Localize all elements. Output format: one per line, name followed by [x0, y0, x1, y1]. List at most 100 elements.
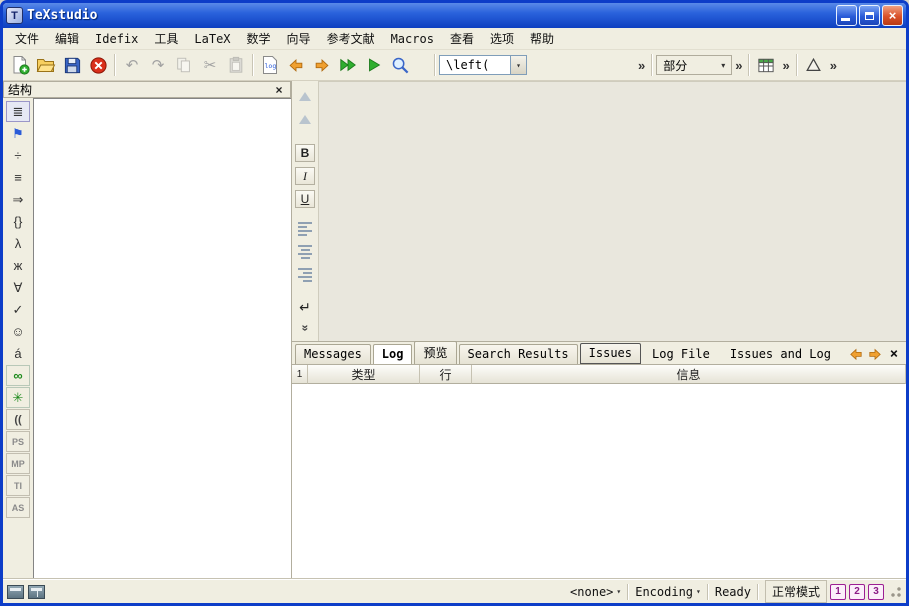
- sidebar-item-misc[interactable]: ∞: [6, 365, 30, 386]
- nav-up2-button[interactable]: [295, 110, 315, 128]
- single-view-toggle[interactable]: [7, 585, 24, 599]
- bookmark-badge-1[interactable]: 1: [830, 584, 846, 600]
- insert-table-button[interactable]: [753, 53, 779, 77]
- column-header-row[interactable]: 1: [292, 365, 308, 384]
- sidebar-item-bookmarks[interactable]: ⚑: [6, 123, 30, 144]
- sidebar-item-misc-math[interactable]: ∀: [6, 277, 30, 298]
- sidebar-item-delimiters[interactable]: {}: [6, 211, 30, 232]
- sidebar-item-structure[interactable]: ≣: [6, 101, 30, 122]
- save-button[interactable]: [59, 53, 85, 77]
- sidebar-item-asymptote[interactable]: AS: [6, 497, 30, 518]
- copy-button[interactable]: [171, 53, 197, 77]
- bold-button[interactable]: B: [295, 144, 315, 162]
- column-header-message[interactable]: 信息: [472, 365, 906, 384]
- align-center-button[interactable]: [295, 243, 315, 261]
- menu-item-help[interactable]: 帮助: [522, 28, 562, 49]
- structure-panel-close-button[interactable]: ×: [272, 83, 286, 97]
- toolbar-overflow-button[interactable]: »: [779, 58, 792, 73]
- menu-item-tools[interactable]: 工具: [146, 28, 186, 49]
- close-document-button[interactable]: [85, 53, 111, 77]
- new-document-button[interactable]: [7, 53, 33, 77]
- structure-tree[interactable]: [33, 98, 291, 579]
- math-symbol-combobox[interactable]: \left( ▾: [439, 55, 527, 75]
- nav-up-button[interactable]: [295, 87, 315, 105]
- menu-item-options[interactable]: 选项: [482, 28, 522, 49]
- column-header-line[interactable]: 行: [420, 365, 472, 384]
- compile-button[interactable]: [361, 53, 387, 77]
- undo-button[interactable]: ↶: [119, 53, 145, 77]
- menu-item-file[interactable]: 文件: [7, 28, 47, 49]
- tab-issues[interactable]: Issues: [580, 343, 641, 364]
- chevron-down-icon[interactable]: ▾: [510, 56, 526, 74]
- bookmark-badge-2[interactable]: 2: [849, 584, 865, 600]
- log-panel-tabbar: Messages Log 预览 Search Results Issues Lo…: [292, 342, 906, 364]
- menu-item-view[interactable]: 查看: [442, 28, 482, 49]
- resize-grip[interactable]: [890, 586, 902, 598]
- underline-button[interactable]: U: [295, 190, 315, 208]
- language-selector[interactable]: <none> ▾: [570, 585, 621, 599]
- align-right-button[interactable]: [295, 266, 315, 284]
- sidebar-item-relations[interactable]: ≡: [6, 167, 30, 188]
- sidebar-item-cyrillic[interactable]: ж: [6, 255, 30, 276]
- next-error-icon[interactable]: [867, 346, 883, 362]
- sidebar-item-left-delimiters[interactable]: ((: [6, 409, 30, 430]
- toolbar-overflow-button[interactable]: »: [732, 58, 745, 73]
- tab-issues-and-log[interactable]: Issues and Log: [721, 344, 840, 364]
- minimize-button[interactable]: [836, 5, 857, 26]
- menu-item-idefix[interactable]: Idefix: [87, 30, 146, 48]
- sidebar-item-operators[interactable]: ÷: [6, 145, 30, 166]
- build-and-view-button[interactable]: [335, 53, 361, 77]
- menu-item-edit[interactable]: 编辑: [47, 28, 87, 49]
- previous-error-button[interactable]: [283, 53, 309, 77]
- toolbar-overflow-button[interactable]: »: [827, 58, 840, 73]
- tab-log-file[interactable]: Log File: [643, 344, 719, 364]
- view-log-button[interactable]: log: [257, 53, 283, 77]
- italic-button[interactable]: I: [295, 167, 315, 185]
- align-left-button[interactable]: [295, 220, 315, 238]
- menu-item-wizard[interactable]: 向导: [279, 28, 319, 49]
- log-panel-close-button[interactable]: ×: [886, 346, 902, 362]
- next-error-button[interactable]: [309, 53, 335, 77]
- section-combobox[interactable]: 部分 ▾: [656, 55, 732, 75]
- toolbar-overflow-button[interactable]: »: [635, 58, 648, 73]
- redo-button[interactable]: ↷: [145, 53, 171, 77]
- window-title: TeXstudio: [27, 8, 834, 23]
- restore-button[interactable]: [859, 5, 880, 26]
- newline-button[interactable]: ↵: [295, 298, 315, 316]
- sidebar-item-arrows[interactable]: ⇒: [6, 189, 30, 210]
- bookmark-badge-3[interactable]: 3: [868, 584, 884, 600]
- sidebar-item-tikz[interactable]: TI: [6, 475, 30, 496]
- tab-search-results[interactable]: Search Results: [459, 344, 578, 364]
- sidebar-item-accents[interactable]: á: [6, 343, 30, 364]
- format-toolbar-more-button[interactable]: »: [298, 325, 312, 332]
- titlebar[interactable]: T TeXstudio ×: [3, 3, 906, 28]
- view-button[interactable]: [387, 53, 413, 77]
- menu-item-latex[interactable]: LaTeX: [186, 30, 238, 48]
- cut-button[interactable]: ✂: [197, 53, 223, 77]
- log-table-body[interactable]: [292, 384, 906, 579]
- mode-indicator[interactable]: 正常模式: [765, 580, 827, 603]
- sidebar-item-greek[interactable]: λ: [6, 233, 30, 254]
- sidebar-item-misc-text[interactable]: ✓: [6, 299, 30, 320]
- sidebar-item-metapost[interactable]: MP: [6, 453, 30, 474]
- column-header-type[interactable]: 类型: [308, 365, 420, 384]
- split-view-toggle[interactable]: [28, 585, 45, 599]
- close-button[interactable]: ×: [882, 5, 903, 26]
- sidebar-item-special[interactable]: ✳: [6, 387, 30, 408]
- arrow-up-icon: [299, 115, 311, 124]
- menu-item-macros[interactable]: Macros: [383, 30, 442, 48]
- tab-messages[interactable]: Messages: [295, 344, 371, 364]
- encoding-selector[interactable]: Encoding ▾: [635, 585, 701, 599]
- sidebar-item-wasysym[interactable]: ☺: [6, 321, 30, 342]
- toolbar-separator: [748, 54, 750, 76]
- open-button[interactable]: [33, 53, 59, 77]
- tab-log[interactable]: Log: [373, 344, 413, 364]
- menu-item-math[interactable]: 数学: [239, 28, 279, 49]
- paste-button[interactable]: [223, 53, 249, 77]
- tab-preview[interactable]: 预览: [414, 341, 456, 364]
- menu-item-bibliography[interactable]: 参考文献: [319, 28, 383, 49]
- math-mode-button[interactable]: [801, 53, 827, 77]
- previous-error-icon[interactable]: [848, 346, 864, 362]
- chevron-down-icon[interactable]: ▾: [715, 56, 731, 74]
- sidebar-item-pstricks[interactable]: PS: [6, 431, 30, 452]
